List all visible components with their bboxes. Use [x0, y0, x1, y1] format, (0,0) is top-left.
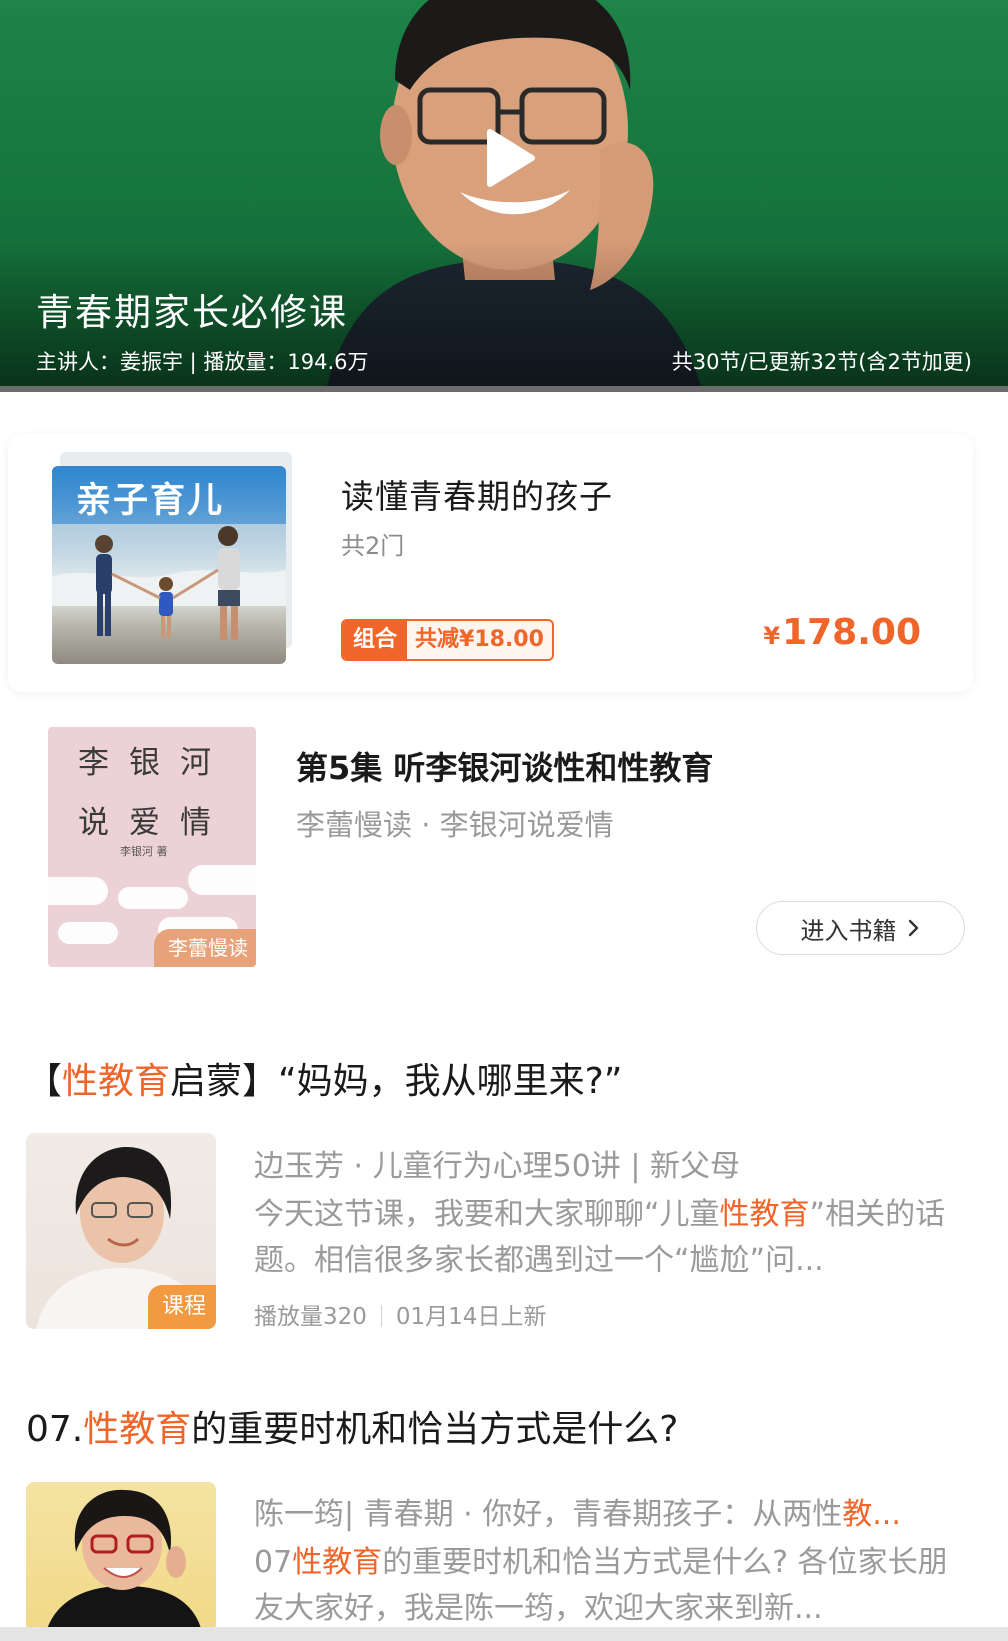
article-summary-highlight: 性教育 — [719, 1197, 810, 1232]
article-summary-text: 07 — [254, 1545, 293, 1580]
divider — [380, 1305, 382, 1327]
price-currency: ¥ — [763, 622, 781, 650]
price-amount: 178.00 — [782, 612, 921, 653]
book-cover-title-line2: 说爱情 — [78, 805, 231, 841]
bottom-edge — [0, 1627, 1008, 1641]
bundle-price: ¥178.00 — [763, 612, 921, 653]
enter-book-label: 进入书籍 — [800, 916, 897, 945]
course-episode-count: 共30节/已更新32节(含2节加更) — [671, 350, 972, 374]
bundle-course-count: 共2门 — [341, 532, 405, 560]
article-title-highlight: 性教育 — [62, 1061, 171, 1102]
course-title: 青春期家长必修课 — [36, 291, 348, 334]
article-summary: 今天这节课，我要和大家聊聊“儿童性教育”相关的话题。相信很多家长都遇到过一个“尴… — [254, 1192, 974, 1284]
article-title-prefix: 【 — [26, 1061, 63, 1102]
article-source: 陈一筠| 青春期 · 你好，青春期孩子：从两性教... — [254, 1489, 974, 1533]
article-summary-text: 今天这节课，我要和大家聊聊“儿童 — [254, 1197, 720, 1232]
bundle-cover-image: 亲子育儿 — [52, 466, 286, 664]
bundle-discount-amount: 共减¥18.00 — [407, 621, 552, 659]
play-icon[interactable] — [470, 122, 542, 194]
article-title-prefix: 07. — [26, 1409, 84, 1450]
divider — [0, 386, 1008, 392]
book-cover-badge: 李蕾慢读 — [154, 929, 256, 967]
cover-category-label: 亲子育儿 — [76, 481, 225, 521]
article-summary: 07性教育的重要时机和恰当方式是什么? 各位家长朋友大家好，我是陈一筠，欢迎大家… — [254, 1540, 974, 1632]
article-summary-highlight: 性教育 — [292, 1545, 383, 1580]
article-source-text: 陈一筠| 青春期 · 你好，青春期孩子：从两性 — [254, 1497, 843, 1532]
article-type-badge: 课程 — [147, 1285, 216, 1329]
bundle-card[interactable]: 亲子育儿 读懂青春期的孩子 共2门 组合 共减¥18.00 ¥178.00 — [8, 434, 973, 692]
cloud-decoration — [188, 865, 256, 895]
cloud-decoration — [118, 887, 188, 909]
article-plays: 播放量320 — [254, 1304, 367, 1330]
chevron-right-icon — [908, 919, 918, 937]
bundle-title[interactable]: 读懂青春期的孩子 — [341, 470, 613, 518]
cloud-decoration — [58, 922, 118, 944]
book-cover-title-line1: 李银河 — [78, 745, 231, 781]
article-title[interactable]: 07.性教育的重要时机和恰当方式是什么? — [26, 1400, 678, 1452]
article-title-suffix: 启蒙】“妈妈，我从哪里来?” — [170, 1061, 623, 1102]
article-source-highlight: 教... — [842, 1497, 901, 1532]
video-player[interactable]: 青春期家长必修课 主讲人：姜振宇 | 播放量：194.6万 共30节/已更新32… — [0, 0, 1008, 392]
bundle-tag-label: 组合 — [343, 621, 408, 659]
book-episode-source: 李蕾慢读 · 李银河说爱情 — [296, 808, 614, 842]
lecturer-portrait — [46, 1489, 202, 1632]
article-stats: 播放量320 01月14日上新 — [254, 1297, 546, 1331]
course-lecturer-plays: 主讲人：姜振宇 | 播放量：194.6万 — [36, 350, 369, 374]
article-thumbnail[interactable] — [26, 1482, 216, 1632]
article-source: 边玉芳 · 儿童行为心理50讲 | 新父母 — [254, 1149, 740, 1184]
book-cover-image[interactable]: 李银河 说爱情 李银河 著 李蕾慢读 — [48, 727, 256, 967]
enter-book-button[interactable]: 进入书籍 — [756, 901, 965, 955]
bundle-discount-badge: 组合 共减¥18.00 — [341, 619, 554, 661]
cloud-decoration — [48, 877, 108, 905]
article-title[interactable]: 【性教育启蒙】“妈妈，我从哪里来?” — [26, 1052, 622, 1104]
book-cover-author: 李银河 著 — [120, 845, 168, 858]
article-title-highlight: 性教育 — [83, 1409, 192, 1450]
book-episode-title[interactable]: 第5集 听李银河谈性和性教育 — [296, 743, 713, 789]
article-date: 01月14日上新 — [395, 1304, 547, 1330]
article-title-suffix: 的重要时机和恰当方式是什么? — [191, 1409, 679, 1450]
article-thumbnail[interactable]: 课程 — [26, 1133, 216, 1329]
